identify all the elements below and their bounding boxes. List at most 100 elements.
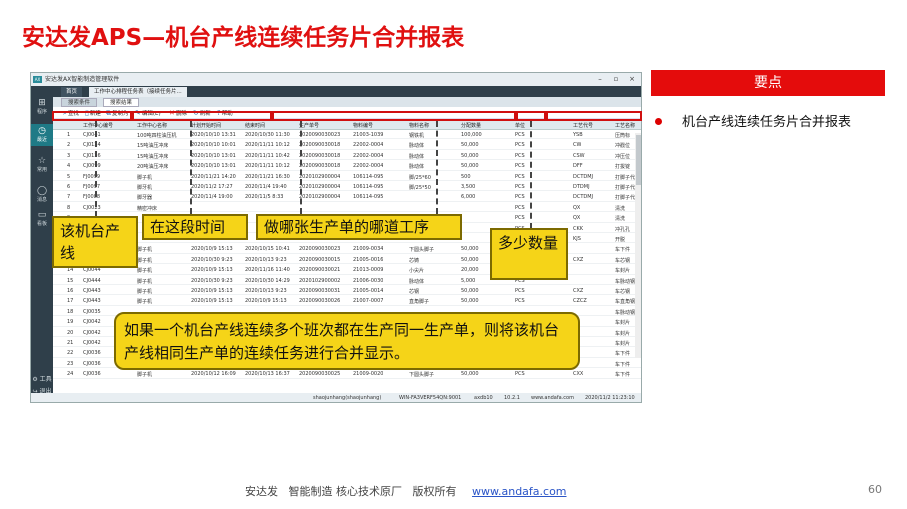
callout-machine: 该机台产线 — [52, 216, 138, 268]
table-cell: 下圆头脚子 — [409, 247, 435, 254]
sidebar: ⊞ 程序 ◷ 最近 ☆ 常用 ◯ 消息 ▭ 看板 ⚙ 工具 ↪ 退出 — [31, 86, 53, 402]
table-row[interactable]: 17 CJ0443 脚子机 2020/10/9 15:13 2020/10/9 15:1… — [53, 296, 641, 306]
table-cell: 清洗 — [615, 205, 626, 212]
table-cell: 2020/10/9 15:13 — [191, 288, 233, 294]
table-cell: 50,000 — [461, 298, 479, 305]
table-row[interactable]: 2 CJ0124 15吨油压冲床 2020/10/10 10:01 2020/11/11… — [53, 140, 641, 150]
table-cell: DFF — [573, 163, 583, 170]
sidebar-item-dashboard[interactable]: ▭ 看板 — [31, 210, 53, 227]
table-cell: 2020/10/9 15:13 — [191, 267, 233, 274]
column-header[interactable]: 工艺名称 — [615, 122, 635, 129]
table-cell: 钢铁机 — [409, 133, 425, 139]
column-header[interactable]: 计划开始时间 — [191, 122, 221, 129]
status-datetime: 2020/11/2 11:23:10 — [585, 395, 635, 401]
table-cell: PCS — [515, 142, 525, 149]
column-header[interactable]: 工艺代号 — [573, 122, 593, 129]
table-row[interactable]: 6 FJ0097 脚牙机 2020/11/2 17:27 2020/11/4 19:40… — [53, 182, 641, 192]
table-cell: 2020090030023 — [299, 132, 341, 138]
table-cell: 2020/10/10 13:31 — [191, 132, 236, 138]
table-cell: 车脉动钢 — [615, 309, 636, 316]
subtab-search-criteria[interactable]: 搜索条件 — [61, 98, 98, 107]
table-cell: 2020/11/4 19:40 — [245, 184, 287, 190]
tab-home[interactable]: 首页 — [61, 87, 83, 97]
sidebar-item-favorites[interactable]: ☆ 常用 — [31, 156, 53, 173]
status-db: axdb10 — [474, 395, 493, 401]
status-host: WIN-FA3VERF54QN:9001 — [399, 395, 462, 401]
table-cell: 22002-0004 — [353, 142, 384, 149]
callout-period: 在这段时间 — [142, 214, 248, 240]
app-logo: AX — [33, 76, 42, 83]
table-cell: CSW — [573, 152, 585, 159]
row-number: 24 — [67, 371, 74, 378]
table-cell: 2020/10/10 13:01 — [191, 163, 236, 170]
table-cell: PCS — [515, 371, 525, 378]
table-cell: 2020/10/9 15:13 — [191, 246, 233, 253]
table-cell: 脚子机 — [137, 268, 153, 275]
tab-task-report[interactable]: 工作中心排程任务表（接续任务片... — [89, 87, 187, 97]
table-cell: 脚子机 — [137, 372, 153, 379]
sidebar-item-messages[interactable]: ◯ 消息 — [31, 186, 53, 203]
table-cell: 20,000 — [461, 267, 479, 274]
minimize-icon[interactable]: – — [593, 73, 607, 86]
table-cell: 21006-0030 — [353, 277, 384, 284]
column-header[interactable]: 物料名称 — [409, 122, 429, 129]
table-cell: 车下件 — [615, 247, 631, 254]
scroll-thumb[interactable] — [636, 135, 641, 185]
subtab-bar: 搜索条件 搜索结果 — [53, 97, 641, 107]
table-cell: CJ0126 — [83, 152, 101, 159]
table-cell: 下圆头脚子 — [409, 372, 435, 379]
table-row[interactable]: 8 CJ0023 精密冲床 PCS QX 清洗 — [53, 203, 641, 213]
table-cell: 2020/11/16 11:40 — [245, 267, 290, 274]
sidebar-item-recent[interactable]: ◷ 最近 — [31, 124, 53, 146]
row-number: 17 — [67, 298, 74, 305]
highlight-quantity — [516, 111, 546, 121]
row-number: 7 — [67, 194, 71, 201]
table-cell: 脚子机 — [137, 247, 153, 254]
table-cell: 2020/11/11 10:42 — [245, 152, 290, 159]
column-header[interactable]: 物料编号 — [353, 122, 373, 129]
table-row[interactable]: 7 FJ0088 脚牙器 2020/11/4 19:00 2020/11/5 8:33 2… — [53, 192, 641, 202]
column-header[interactable]: 工作中心编号 — [83, 122, 113, 129]
maximize-icon[interactable]: ▫ — [609, 73, 623, 86]
table-cell: 100吨四柱油压机 — [137, 133, 177, 139]
table-row[interactable]: 1 CJ0041 100吨四柱油压机 2020/10/10 13:31 2020/10/… — [53, 130, 641, 140]
table-row[interactable]: 24 CJ0036 脚子机 2020/10/12 16:09 2020/10/13 16… — [53, 369, 641, 379]
table-row[interactable]: 4 CJ0099 20吨油压冲床 2020/10/10 13:01 2020/11/11… — [53, 161, 641, 171]
column-header[interactable]: 结束时间 — [245, 122, 265, 129]
table-cell: 22002-0004 — [353, 152, 384, 159]
table-cell: 打拔锭 — [615, 164, 631, 171]
slide-title: 安达发APS—机台产线连续任务片合并报表 — [22, 25, 465, 51]
footer-link[interactable]: www.andafa.com — [472, 485, 567, 498]
table-cell: CJ0023 — [83, 204, 101, 211]
table-cell: 50,000 — [461, 256, 479, 263]
close-icon[interactable]: × — [625, 73, 639, 86]
table-row[interactable]: 5 FJ0099 脚子机 2020/11/21 14:20 2020/11/21 16:… — [53, 172, 641, 181]
column-header[interactable]: 工作中心名称 — [137, 122, 167, 129]
row-number: 16 — [67, 288, 74, 294]
sidebar-item-programs[interactable]: ⊞ 程序 — [31, 98, 53, 115]
vertical-scrollbar[interactable] — [635, 133, 641, 358]
table-cell: 21003-1039 — [353, 132, 384, 138]
column-header[interactable]: 单位 — [515, 122, 525, 129]
table-row[interactable]: 3 CJ0126 15吨油压冲床 2020/10/10 13:01 2020/11/11… — [53, 151, 641, 161]
table-row[interactable]: 16 CJ0443 脚子机 2020/10/9 15:13 2020/10/13 9:2… — [53, 286, 641, 296]
table-cell: 车下件 — [615, 351, 631, 358]
table-cell: CXX — [573, 371, 584, 378]
tools-icon: ⚙ — [32, 376, 38, 383]
table-cell: 2020/10/10 13:01 — [191, 152, 236, 159]
row-number: 2 — [67, 142, 71, 149]
table-cell: 2020/10/9 15:13 — [191, 298, 233, 305]
highlight-machine — [52, 111, 132, 121]
subtab-search-results[interactable]: 搜索结果 — [103, 98, 140, 107]
table-cell: CJ0042 — [83, 329, 101, 336]
message-icon: ◯ — [36, 186, 48, 196]
table-cell: 2020/10/13 16:37 — [245, 371, 290, 378]
table-cell: 2020/10/15 10:41 — [245, 246, 290, 253]
tab-bar: 首页 工作中心排程任务表（接续任务片... — [53, 86, 641, 97]
sidebar-item-tools[interactable]: ⚙ 工具 — [31, 374, 53, 383]
column-header[interactable]: 生产单号 — [299, 122, 319, 129]
table-cell: 106114-095 — [353, 173, 384, 180]
table-cell: 50,000 — [461, 163, 479, 170]
table-cell: 车芯钢 — [615, 257, 631, 264]
column-header[interactable]: 分配数量 — [461, 122, 481, 129]
